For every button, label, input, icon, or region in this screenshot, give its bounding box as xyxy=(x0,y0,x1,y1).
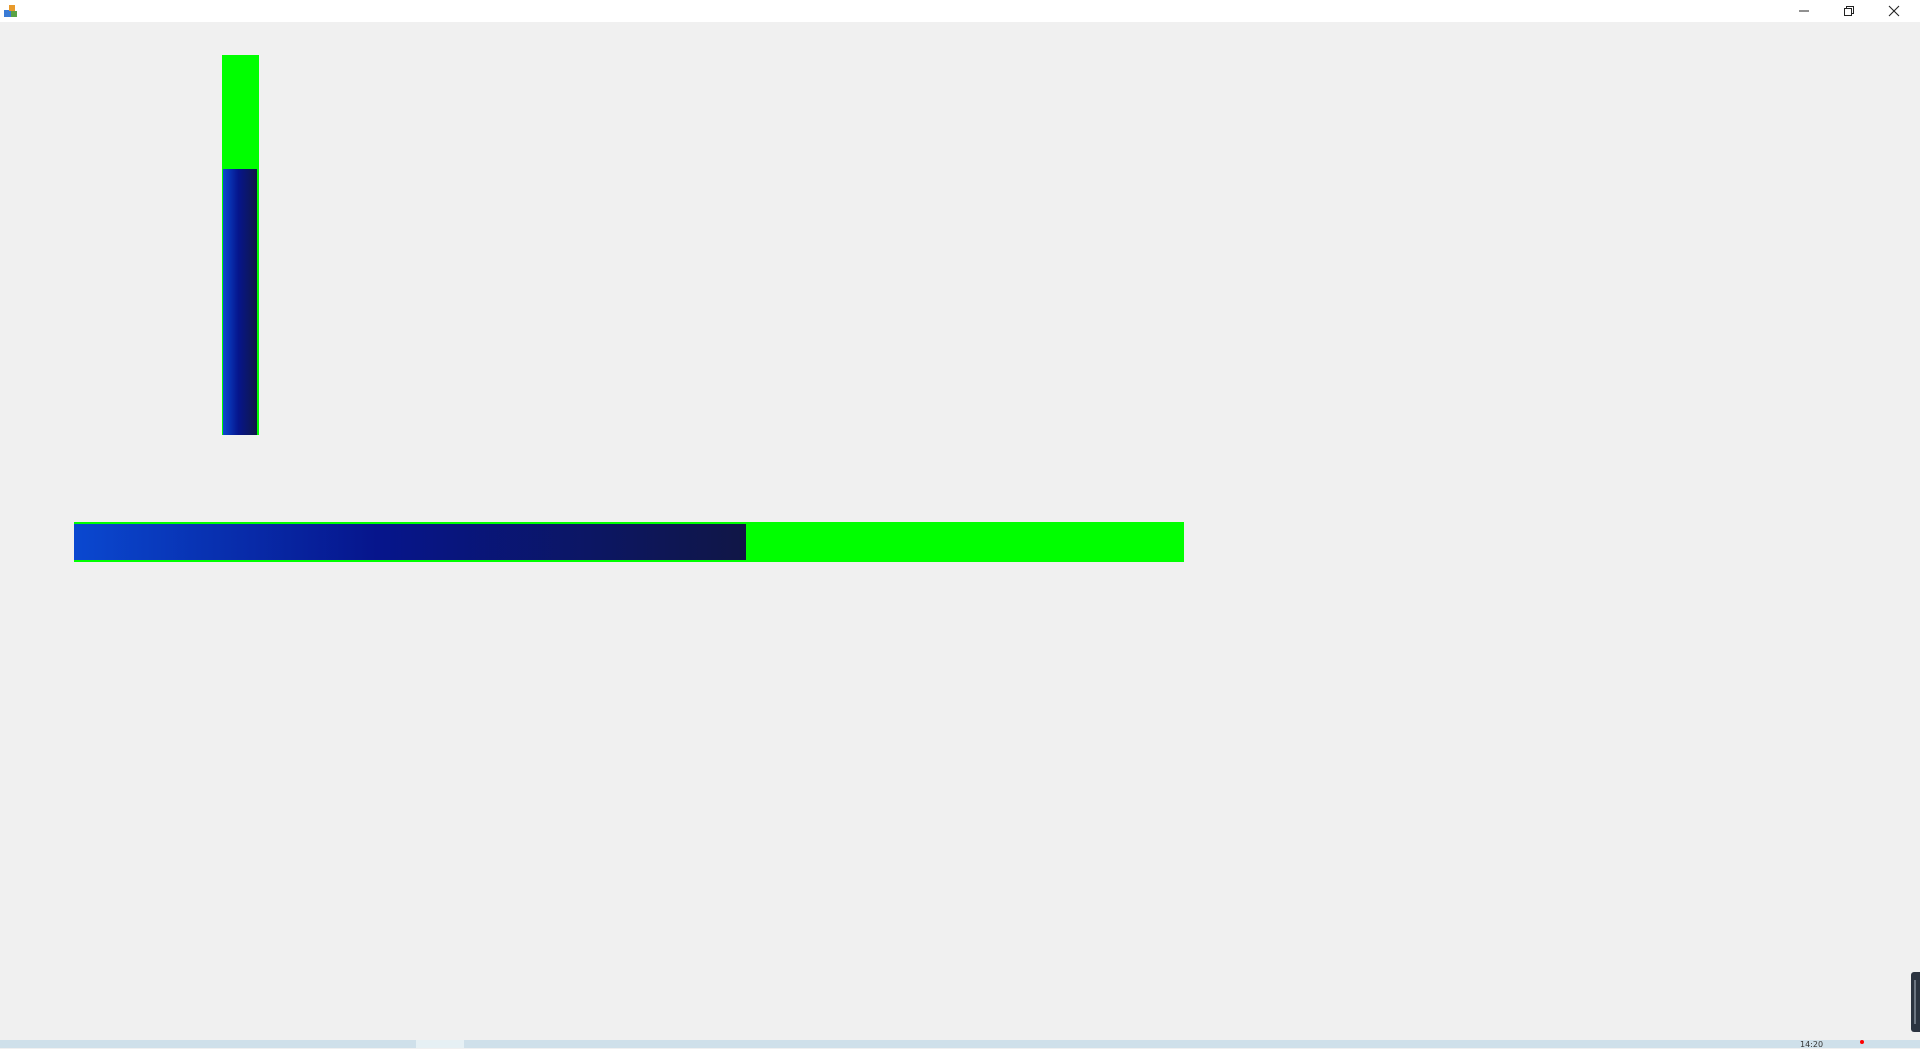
minimize-button[interactable] xyxy=(1782,0,1826,22)
close-button[interactable] xyxy=(1872,0,1916,22)
app-icon xyxy=(4,5,17,17)
minimize-icon xyxy=(1799,10,1809,12)
restore-button[interactable] xyxy=(1827,0,1871,22)
taskbar-app-button[interactable] xyxy=(416,1040,464,1048)
vertical-progress-bar xyxy=(222,55,259,435)
notification-dot xyxy=(1860,1040,1864,1044)
side-panel-handle[interactable] xyxy=(1911,972,1920,1032)
horizontal-progress-fill xyxy=(74,524,746,560)
vertical-progress-fill xyxy=(223,169,257,435)
close-icon xyxy=(1888,5,1900,17)
restore-icon xyxy=(1844,6,1854,16)
taskbar: 14:20 xyxy=(0,1040,1920,1049)
title-bar xyxy=(0,0,1920,22)
horizontal-progress-bar xyxy=(74,522,1184,562)
